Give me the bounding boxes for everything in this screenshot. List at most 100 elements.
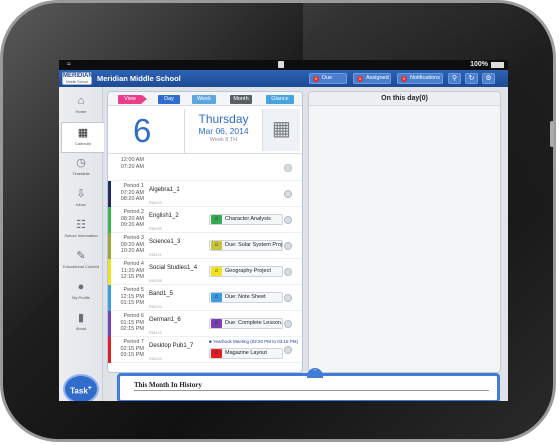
complete-toggle-icon[interactable] [284,320,292,328]
assignment-icon: ⌂ [211,267,222,276]
gear-icon[interactable]: ⚙ [482,73,495,84]
period-time: Period 7 02:15 PM 03:15 PM [114,339,144,359]
period-end: 07:20 AM [120,163,144,170]
sidebar-item-label: School Information [64,233,98,238]
search-icon[interactable]: ⚲ [448,73,461,84]
schedule-row[interactable]: Period 3 09:20 AM 10:20 AM Science1_3 RM211 ⌂… [108,233,302,259]
task-label: Task [70,386,88,396]
assignment-chip[interactable]: ⌂ Due: Solar System Proj... [209,240,283,251]
refresh-icon[interactable]: ↻ [465,73,478,84]
sidebar-item-inbox[interactable]: ⇩ Inbox [59,184,103,215]
period-color-bar [108,155,111,181]
period-end: 02:15 PM [120,326,144,332]
notifications-button[interactable]: 0 Notifications [397,73,443,84]
assignment-chip[interactable]: ⌂ Character Analysis [209,214,283,225]
schedule-row[interactable]: Period 1 07:20 AM 08:20 AM Algebra1_1 RM209 [108,181,302,207]
meeting-note: ■ Yearbook Meeting (02:20 PM to 03:15 PM… [209,339,299,344]
sidebar-item-my-profile[interactable]: ● My Profile [59,277,103,308]
date-details: Thursday Mar 06, 2014 Week 8,TH [184,109,262,153]
plus-icon: + [87,385,92,392]
period-color-bar [108,311,111,337]
assignment-icon: ⌂ [211,215,222,224]
class-name: Algebra1_1 [149,187,180,193]
clock-icon: ◷ [76,157,86,169]
schedule-row[interactable]: 12:00 AM 07:20 AM [108,155,302,181]
complete-toggle-icon[interactable] [284,164,292,172]
notifications-label: Notifications [410,75,440,81]
due-button[interactable]: 0 Due [309,73,347,84]
month-history-title: This Month In History [134,381,202,389]
period-color-bar [108,233,111,259]
assignment-icon: ⌂ [211,319,222,328]
expand-up-icon[interactable]: ˆ [307,368,323,378]
assigned-count-badge: 0 [357,76,363,82]
schedule-row[interactable]: Period 2 08:20 AM 09:20 AM English1_2 RM209 ⌂… [108,207,302,233]
room-number: RM206 [149,278,162,283]
tab-month[interactable]: Month [230,95,252,104]
period-color-bar [108,285,111,311]
complete-toggle-icon[interactable] [284,294,292,302]
schedule-row[interactable]: Period 6 01:15 PM 02:15 PM German1_6 RM212 ⌂ D… [108,311,302,337]
sidebar: ⌂ Home ▦ Calendar ◷ Timetable ⇩ Inbox ☷ … [59,87,104,401]
schedule-row[interactable]: Period 5 12:15 PM 01:15 PM Band1_5 RM220 ⌂ Due… [108,285,302,311]
date-picker-button[interactable]: ▦ [262,109,300,151]
complete-toggle-icon[interactable] [284,190,292,198]
school-name: Meridian Middle School [97,74,181,83]
assignment-icon: ⌂ [211,241,222,250]
sidebar-item-timetable[interactable]: ◷ Timetable [59,153,103,184]
period-color-bar [108,337,111,363]
assignment-chip[interactable]: ⌂ Due: Complete Lesson... [209,318,283,329]
school-logo: MERIDIAN Middle School [62,72,93,85]
assignment-icon: ⌂ [211,293,222,302]
complete-toggle-icon[interactable] [284,216,292,224]
sidebar-item-label: About [75,326,87,331]
assignment-chip[interactable]: ⌂ Magazine Layout [209,348,283,359]
lock-icon [278,61,284,68]
schedule-row[interactable]: Period 4 11:20 AM 12:15 PM Social Studies1_… [108,259,302,285]
complete-toggle-icon[interactable] [284,346,292,354]
battery-icon [491,62,504,68]
sidebar-item-educational-content[interactable]: ✎ Educational Content [59,246,103,277]
sidebar-item-about[interactable]: ▮ About [59,308,103,339]
assignment-title: Due: Complete Lesson... [225,320,283,326]
assigned-button[interactable]: 0 Assigned [353,73,391,84]
sidebar-item-home[interactable]: ⌂ Home [59,91,103,122]
tab-day[interactable]: Day [158,95,180,104]
period-time: Period 6 01:15 PM 02:15 PM [114,313,144,333]
sidebar-item-school-information[interactable]: ☷ School Information [59,215,103,246]
date-header: 6 Thursday Mar 06, 2014 Week 8,TH ▦ [108,107,302,154]
period-time: Period 3 09:20 AM 10:20 AM [114,235,144,255]
sidebar-item-calendar[interactable]: ▦ Calendar [61,122,104,153]
add-task-button[interactable]: Task+ [63,374,99,401]
assigned-label: Assigned [366,75,389,81]
period-color-bar [108,181,111,207]
assignment-title: Due: Solar System Proj... [225,242,283,248]
schedule-row[interactable]: Period 7 02:15 PM 03:15 PM Desktop Pub1_7 RM… [108,337,302,363]
class-name: English1_2 [149,213,179,219]
period-time: Period 5 12:15 PM 01:15 PM [114,287,144,307]
room-number: RM212 [149,330,162,335]
tablet-side-button[interactable] [550,121,554,147]
calendar-icon: ▦ [272,118,291,140]
class-name: Science1_3 [149,239,181,245]
assignment-chip[interactable]: ⌂ Geography Project [209,266,283,277]
status-bar: ≈ 100% [59,60,508,70]
assignment-icon: ⌂ [211,349,222,358]
period-end: 09:20 AM [120,222,144,228]
period-end: 10:20 AM [120,248,144,254]
assignment-title: Magazine Layout [225,350,267,356]
room-number: RM209 [149,226,162,231]
divider [134,390,489,391]
complete-toggle-icon[interactable] [284,268,292,276]
wifi-icon: ≈ [67,61,71,68]
tab-view: View [118,95,147,104]
complete-toggle-icon[interactable] [284,242,292,250]
user-icon: ● [77,281,85,293]
book-icon: ▮ [77,312,85,324]
tab-week[interactable]: Week [192,95,216,104]
tab-glance[interactable]: Glance [266,95,294,104]
tablet-frame: ≈ 100% MERIDIAN Middle School Meridian M… [0,0,559,445]
assignment-chip[interactable]: ⌂ Due: Note Sheet [209,292,283,303]
room-number: RM220 [149,356,162,361]
class-name: Social Studies1_4 [149,265,198,271]
